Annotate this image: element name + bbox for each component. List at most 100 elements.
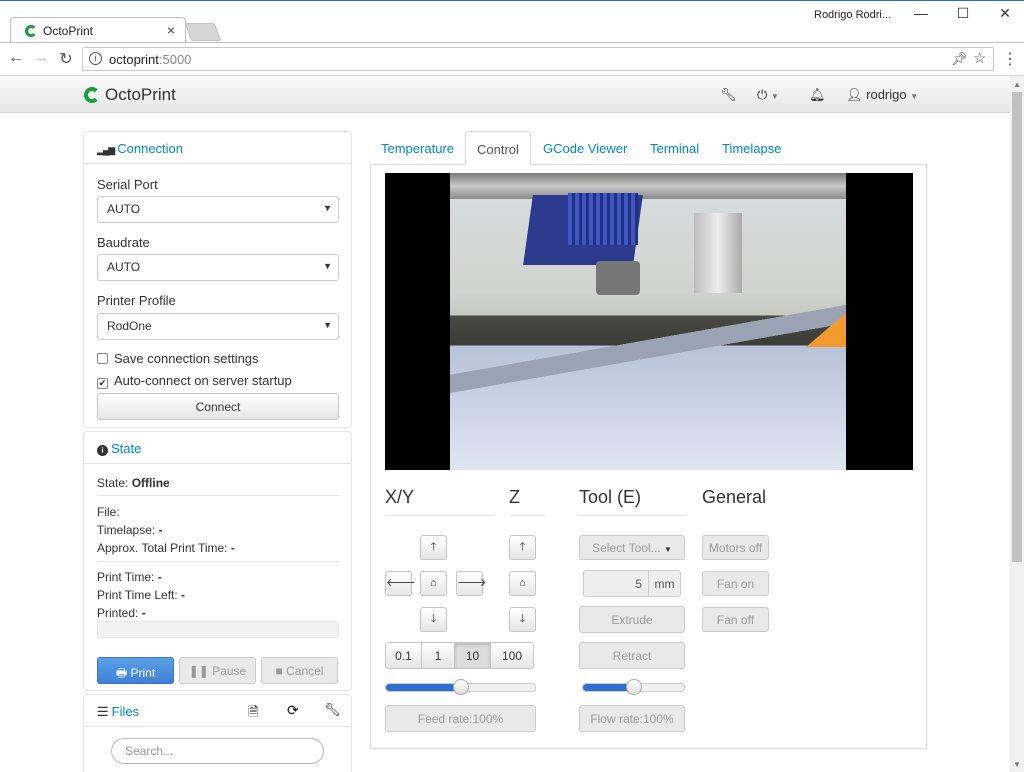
info-icon[interactable]: i xyxy=(89,52,102,65)
cam-rail xyxy=(450,173,846,199)
back-icon[interactable]: ← xyxy=(6,49,26,67)
maximize-button[interactable]: ☐ xyxy=(948,5,978,22)
checkbox-box[interactable] xyxy=(97,353,108,364)
slider-handle[interactable] xyxy=(626,679,642,695)
autoconnect-checkbox[interactable]: ✔ Auto-connect on server startup xyxy=(97,373,292,389)
motors-off-button[interactable]: Motors off xyxy=(702,535,769,560)
home-z-button[interactable]: ⌂ xyxy=(509,571,536,596)
retract-button[interactable]: Retract xyxy=(579,642,685,669)
fan-off-button[interactable]: Fan off xyxy=(702,607,769,632)
checkbox-box-checked[interactable]: ✔ xyxy=(97,378,108,389)
browser-titlebar: OctoPrint × Rodrigo Rodri... — ☐ ✕ xyxy=(0,0,1024,44)
extrude-amount-input[interactable]: 5 xyxy=(583,570,649,597)
fan-on-button[interactable]: Fan on xyxy=(702,571,769,596)
tab-gcode-viewer[interactable]: GCode Viewer xyxy=(543,141,627,156)
tab-terminal[interactable]: Terminal xyxy=(650,141,699,156)
page-scrollbar[interactable]: ▲ ▼ xyxy=(1010,76,1024,772)
tab-timelapse[interactable]: Timelapse xyxy=(722,141,781,156)
save-settings-checkbox[interactable]: Save connection settings xyxy=(97,351,259,366)
browser-toolbar: ← → ↻ i octoprint:5000 📌︎ ☆ ⋮ xyxy=(0,42,1024,76)
baudrate-select[interactable]: AUTO ▼ xyxy=(97,254,339,281)
close-window-button[interactable]: ✕ xyxy=(990,5,1020,22)
step-10-button[interactable]: 10 xyxy=(454,642,491,669)
files-header[interactable]: ☰ Files xyxy=(84,695,351,727)
serial-port-value: AUTO xyxy=(107,202,141,216)
state-label: State: xyxy=(97,476,129,490)
scroll-thumb[interactable] xyxy=(1012,92,1022,562)
tab-control[interactable]: Control xyxy=(465,131,531,166)
jog-x-plus-button[interactable]: 🡒 xyxy=(456,571,487,596)
feed-rate-button[interactable]: Feed rate:100% xyxy=(385,705,536,732)
total-time-value: - xyxy=(230,541,235,555)
step-1-button[interactable]: 1 xyxy=(421,642,455,669)
z-title: Z xyxy=(509,487,520,507)
printed-label: Printed: xyxy=(97,606,139,620)
forward-icon[interactable]: → xyxy=(31,49,51,67)
arrow-left-icon: 🡐 xyxy=(386,577,416,589)
arrow-right-icon: 🡒 xyxy=(457,577,487,589)
window-user-name[interactable]: Rodrigo Rodri... xyxy=(814,9,891,21)
url-text[interactable]: octoprint:5000 xyxy=(109,52,191,67)
print-time-label: Print Time: xyxy=(97,570,155,584)
state-panel: i State State: Offline File: Timelapse: -… xyxy=(83,431,352,691)
jog-z-plus-button[interactable]: 🡑 xyxy=(509,535,536,560)
new-tab-button[interactable] xyxy=(184,23,222,41)
total-time-label: Approx. Total Print Time: xyxy=(97,541,228,555)
refresh-icon[interactable]: ⟳ xyxy=(287,702,299,719)
feed-rate-slider[interactable] xyxy=(385,679,536,695)
user-menu[interactable]: 👤︎ rodrigo ▼ xyxy=(846,87,918,103)
tab-close-icon[interactable]: × xyxy=(167,22,175,38)
slider-handle[interactable] xyxy=(453,679,469,695)
flow-rate-slider[interactable] xyxy=(582,679,685,695)
extension-icon[interactable]: 📌︎ xyxy=(951,51,968,67)
jog-z-minus-button[interactable]: 🡓 xyxy=(509,607,536,632)
scroll-up-icon[interactable]: ▲ xyxy=(1013,80,1021,89)
pause-button[interactable]: ❚❚ Pause xyxy=(179,657,256,684)
select-arrow-icon: ▼ xyxy=(323,320,332,330)
minimize-button[interactable]: — xyxy=(906,5,936,21)
pause-icon: ❚❚ xyxy=(188,664,209,678)
main-tabs: Temperature Control GCode Viewer Termina… xyxy=(370,131,927,166)
home-icon: ⌂ xyxy=(519,577,526,589)
jog-x-minus-button[interactable]: 🡐 xyxy=(385,571,416,596)
time-left-label: Print Time Left: xyxy=(97,588,178,602)
cancel-button[interactable]: ■ Cancel xyxy=(261,657,338,684)
step-0-1-button[interactable]: 0.1 xyxy=(385,642,422,669)
state-header[interactable]: i State xyxy=(84,432,351,464)
wrench-icon[interactable]: 🔧︎ xyxy=(720,87,737,103)
list-icon: ☰ xyxy=(97,704,109,719)
printer-profile-select[interactable]: RodOne ▼ xyxy=(97,313,339,340)
arrow-up-icon: 🡑 xyxy=(519,541,526,553)
select-tool-button[interactable]: Select Tool... ▼ xyxy=(579,535,685,560)
home-xy-button[interactable]: ⌂ xyxy=(420,571,447,596)
serial-port-select[interactable]: AUTO ▼ xyxy=(97,196,339,223)
scroll-down-icon[interactable]: ▼ xyxy=(1013,760,1021,769)
connect-button[interactable]: Connect xyxy=(97,393,339,420)
url-host: octoprint xyxy=(109,52,159,67)
printed-line: Printed: - xyxy=(97,606,146,620)
browser-menu-icon[interactable]: ⋮ xyxy=(1002,49,1018,69)
jog-y-plus-button[interactable]: 🡑 xyxy=(420,535,447,560)
connection-header[interactable]: ▂▄▆ Connection xyxy=(84,132,351,164)
bell-icon[interactable]: 🔔︎ xyxy=(809,87,826,103)
jog-y-minus-button[interactable]: 🡓 xyxy=(420,607,447,632)
cam-fan xyxy=(568,193,638,245)
tab-temperature[interactable]: Temperature xyxy=(381,141,454,156)
wrench-icon[interactable]: 🔧︎ xyxy=(324,702,341,718)
step-100-button[interactable]: 100 xyxy=(490,642,534,669)
reload-icon[interactable]: ↻ xyxy=(56,49,76,69)
flow-rate-button[interactable]: Flow rate:100% xyxy=(579,705,685,732)
new-file-icon[interactable]: 🗎︎ xyxy=(248,703,258,725)
bookmark-star-icon[interactable]: ☆ xyxy=(973,49,986,67)
print-button[interactable]: 🖶︎ Print xyxy=(97,657,174,684)
browser-tab[interactable]: OctoPrint × xyxy=(10,17,186,44)
cam-nozzle xyxy=(596,261,640,295)
files-search-input[interactable]: Search... xyxy=(111,738,324,764)
brand-name[interactable]: OctoPrint xyxy=(105,85,176,105)
extrude-amount-group: 5 mm xyxy=(583,570,681,597)
divider xyxy=(579,515,685,516)
extrude-button[interactable]: Extrude xyxy=(579,606,685,633)
power-icon[interactable]: ⏻ ▼ xyxy=(757,87,779,103)
address-bar[interactable]: i octoprint:5000 📌︎ ☆ xyxy=(82,47,994,71)
tool-title: Tool (E) xyxy=(579,487,642,507)
